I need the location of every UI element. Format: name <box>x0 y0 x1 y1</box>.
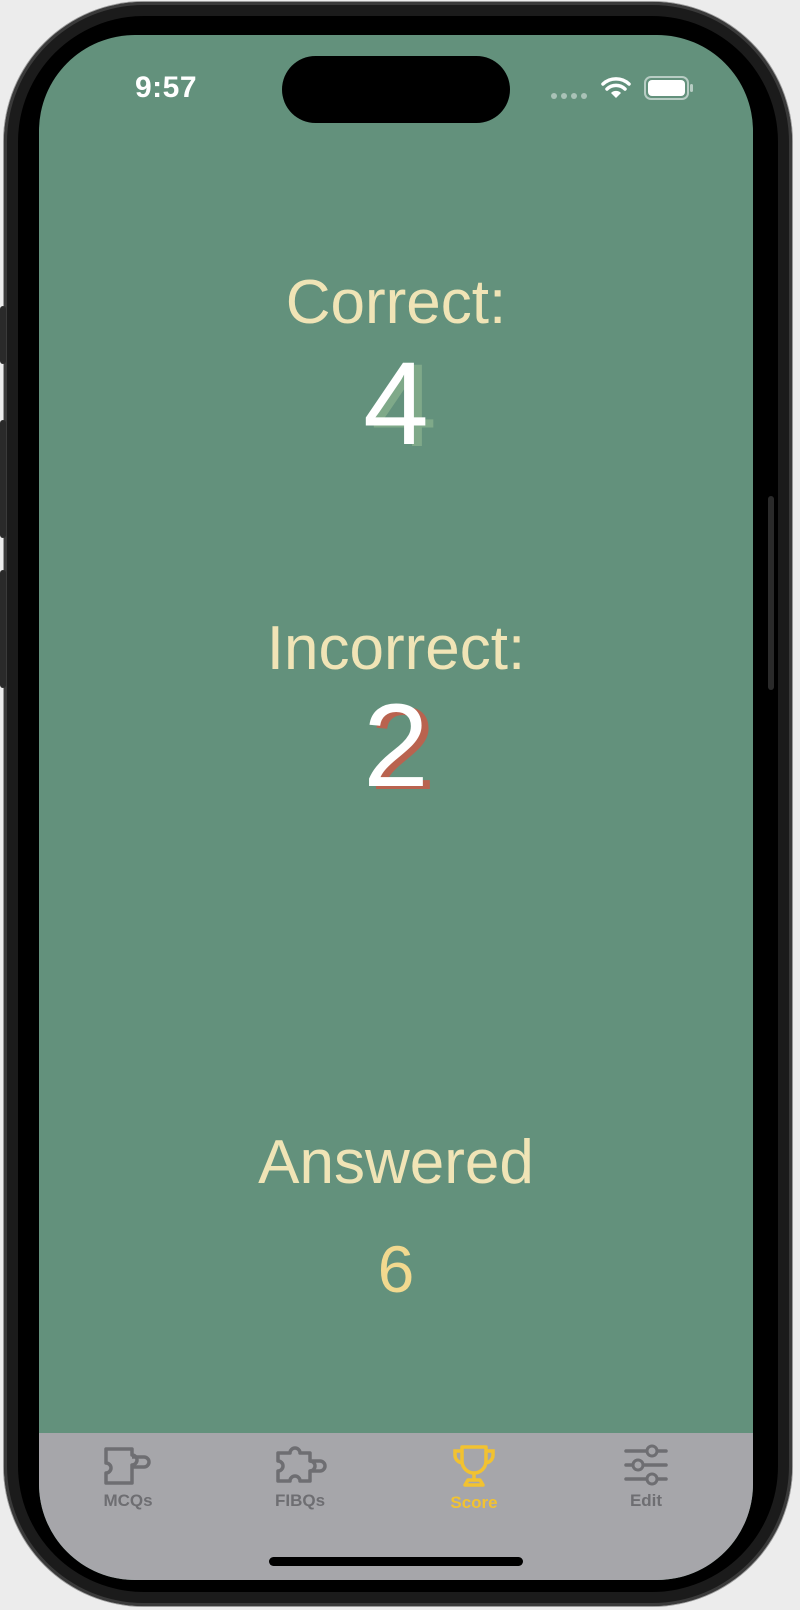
status-time: 9:57 <box>135 71 198 104</box>
dynamic-island <box>282 56 510 123</box>
tab-score[interactable]: Score <box>385 1443 563 1523</box>
answered-label: Answered <box>258 1128 534 1197</box>
side-button-left <box>0 306 6 364</box>
incorrect-count: 2 <box>363 680 429 812</box>
tab-label-edit: Edit <box>629 1491 663 1510</box>
home-indicator[interactable] <box>269 1557 523 1566</box>
sliders-icon <box>624 1444 668 1486</box>
app-screen: 9:57 Correct: 4 Incorrect: 2 Answered 6 … <box>39 35 753 1580</box>
correct-count: 4 <box>363 338 429 470</box>
tab-edit[interactable]: Edit <box>557 1443 735 1523</box>
status-bar: 9:57 <box>39 35 753 125</box>
incorrect-label: Incorrect: <box>266 614 526 683</box>
puzzle-piece-icon <box>104 1447 151 1485</box>
correct-label: Correct: <box>285 268 507 337</box>
tab-label-score: Score <box>450 1493 498 1512</box>
volume-up-button <box>0 420 6 538</box>
tab-label-mcqs: MCQs <box>103 1491 153 1510</box>
answered-count: 6 <box>377 1232 415 1306</box>
battery-icon <box>644 76 693 100</box>
trophy-icon <box>453 1445 495 1487</box>
puzzle-icon <box>276 1446 327 1483</box>
tab-mcqs[interactable]: MCQs <box>39 1443 217 1523</box>
tab-fibqs[interactable]: FIBQs <box>211 1443 389 1523</box>
wifi-icon <box>601 77 631 98</box>
cellular-signal-icon <box>551 93 587 99</box>
tab-label-fibqs: FIBQs <box>274 1491 326 1510</box>
volume-down-button <box>0 570 6 688</box>
power-button <box>768 496 774 690</box>
